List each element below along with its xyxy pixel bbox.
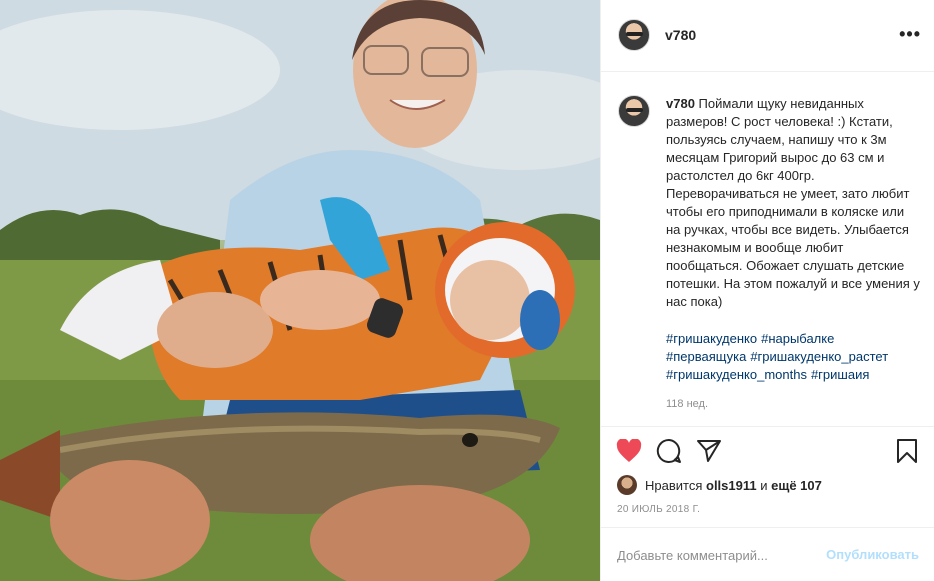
publish-button[interactable]: Опубликовать (826, 547, 919, 562)
likes-count-link[interactable]: ещё 107 (771, 478, 822, 493)
post-username[interactable]: v780 (665, 27, 696, 43)
caption-timestamp[interactable]: 118 нед. (666, 398, 708, 410)
photo-illustration (0, 0, 600, 581)
liker-avatar[interactable] (617, 475, 637, 495)
caption-avatar[interactable] (618, 95, 650, 127)
likes-summary: Нравится olls1911 и ещё 107 (617, 474, 822, 496)
hashtag-link[interactable]: #нарыбалке (761, 331, 834, 346)
avatar[interactable] (618, 19, 650, 51)
post-caption: v780 Поймали щуку невиданных размеров! С… (666, 95, 920, 311)
add-comment-bar: Опубликовать (601, 527, 934, 581)
hashtag-link[interactable]: #перваящука (666, 349, 746, 364)
hashtag-link[interactable]: #гришакуденко_months (666, 367, 807, 382)
caption-username[interactable]: v780 (666, 96, 695, 111)
like-button[interactable] (615, 437, 643, 465)
likes-prefix: Нравится (645, 477, 703, 493)
share-button[interactable] (695, 437, 723, 465)
comment-input[interactable] (617, 545, 817, 565)
comment-button[interactable] (655, 437, 683, 465)
more-options-icon[interactable]: ••• (899, 24, 921, 45)
likes-connector: и (760, 477, 768, 493)
post-header: v780 ••• (601, 0, 934, 72)
post-details-panel: v780 ••• v780 Поймали щуку невиданных ра… (600, 0, 934, 581)
post-photo[interactable] (0, 0, 600, 581)
hashtag-link[interactable]: #гришакуденко_растет (750, 349, 888, 364)
liker-username[interactable]: olls1911 (706, 478, 757, 493)
hashtag-list: #гришакуденко #нарыбалке #перваящука #гриш… (666, 330, 920, 384)
heart-icon (616, 439, 642, 462)
save-button[interactable] (893, 437, 921, 465)
comments-section: v780 Поймали щуку невиданных размеров! С… (601, 72, 934, 426)
post-date[interactable]: 20 ИЮЛЬ 2018 Г. (617, 504, 700, 515)
share-icon (697, 440, 721, 462)
comment-icon (656, 438, 681, 463)
bookmark-icon (897, 439, 917, 463)
hashtag-link[interactable]: #гришаия (811, 367, 869, 382)
action-bar (601, 426, 934, 474)
caption-text: Поймали щуку невиданных размеров! С рост… (666, 96, 920, 309)
hashtag-link[interactable]: #гришакуденко (666, 331, 757, 346)
